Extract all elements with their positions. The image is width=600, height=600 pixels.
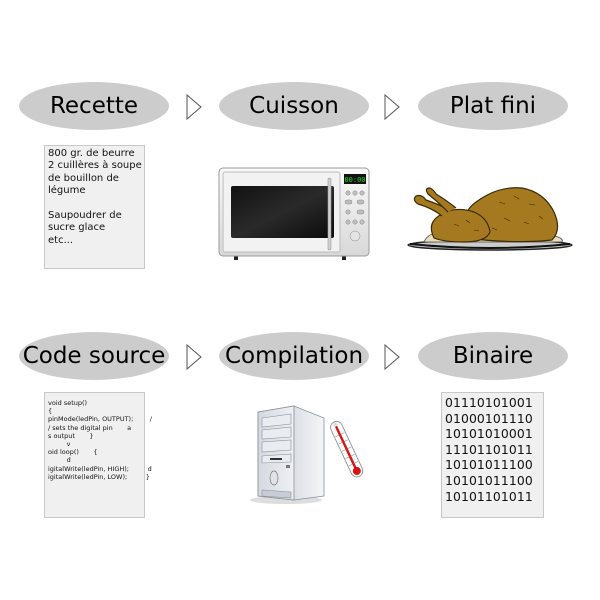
microwave-display: 00:00 — [344, 176, 365, 184]
step-binaire: Binaire — [418, 332, 568, 380]
arrow-right-icon — [384, 344, 400, 370]
recipe-line: Saupoudrer de — [48, 210, 122, 222]
source-code-card: void setup(){pinMode(ledPin, OUTPUT); / /… — [44, 392, 152, 518]
code-line: pinMode(ledPin, OUTPUT); / — [48, 415, 152, 424]
binary-line: 10101101011 — [445, 488, 533, 504]
recipe-line: de bouillon de — [48, 172, 119, 184]
computer-thermometer-icon — [250, 405, 364, 504]
code-line: v — [48, 440, 71, 449]
recipe-line: etc... — [48, 234, 74, 246]
step-plat-fini: Plat fini — [418, 82, 568, 130]
recipe-card: 800 gr. de beurre 2 cuillères à soupe de b… — [44, 145, 145, 269]
step-recette: Recette — [19, 82, 169, 130]
recipe-line: 800 gr. de beurre — [48, 148, 135, 159]
code-line: { — [48, 407, 53, 416]
recipe-line: 2 cuillères à soupe — [48, 160, 142, 172]
code-line: void setup() — [48, 399, 88, 407]
binary-line: 10101011100 — [445, 457, 533, 473]
recipe-line: sucre glace — [48, 222, 106, 234]
arrow-right-icon — [186, 94, 202, 120]
code-line: / sets the digital pin a — [48, 423, 132, 432]
code-line: igitalWrite(ledPin, LOW); } — [48, 472, 150, 481]
step-label: Cuisson — [249, 93, 339, 119]
code-line: igitalWrite(ledPin, HIGH); d — [48, 464, 152, 473]
binary-line: 01110101001 — [445, 395, 533, 410]
code-line: oid loop() { — [48, 448, 98, 457]
roast-chicken-icon — [407, 187, 573, 251]
step-code-source: Code source — [19, 332, 169, 380]
microwave-icon: 00:00 — [218, 167, 370, 260]
step-label: Compilation — [224, 343, 364, 369]
code-line: d — [48, 456, 71, 465]
step-label: Code source — [22, 343, 166, 369]
binary-line: 11101101011 — [445, 441, 533, 457]
binary-line: 10101010001 — [445, 426, 533, 442]
binary-card: 01110101001 01000101110 10101010001 1110110… — [441, 392, 544, 518]
step-label: Recette — [49, 93, 139, 119]
arrow-right-icon — [384, 94, 400, 120]
step-label: Binaire — [452, 343, 534, 369]
code-line: s output } — [48, 431, 94, 440]
step-compilation: Compilation — [219, 332, 369, 380]
recipe-line — [48, 198, 141, 210]
binary-line: 10101011100 — [445, 472, 533, 488]
binary-line: 01000101110 — [445, 410, 533, 426]
step-label: Plat fini — [449, 93, 537, 119]
step-cuisson: Cuisson — [219, 82, 369, 130]
recipe-line: légume — [48, 185, 86, 197]
arrow-right-icon — [186, 344, 202, 370]
